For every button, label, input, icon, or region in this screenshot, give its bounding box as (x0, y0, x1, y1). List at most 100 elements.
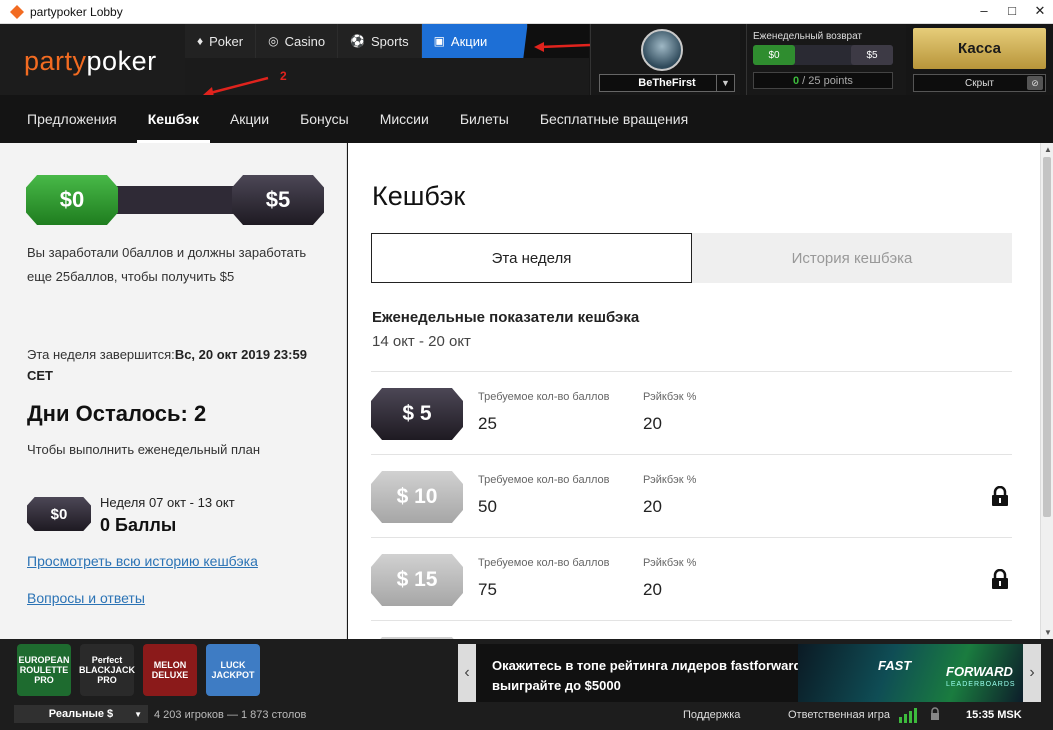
clock: 15:35 MSK (966, 709, 1022, 721)
weekly-points: 0 / 25 points (753, 72, 893, 89)
tab-this-week[interactable]: Эта неделя (371, 233, 692, 283)
banner-text: Окажитесь в топе рейтинга лидеров fastfo… (492, 656, 813, 696)
avatar[interactable] (641, 29, 683, 71)
rakeback-header: Рэйкбэк % (643, 474, 697, 486)
subnav-free-spins[interactable]: Бесплатные вращения (529, 95, 699, 143)
responsible-gaming-link[interactable]: Ответственная игра (788, 709, 890, 721)
spade-icon: ♦ (197, 34, 204, 48)
subnav-offers[interactable]: Предложения (16, 95, 128, 143)
cashier-button[interactable]: Касса (913, 28, 1046, 69)
username-dropdown[interactable]: BeTheFirst ▼ (599, 74, 735, 92)
banner-brand-leaderboards: LEADERBOARDS (946, 681, 1016, 688)
players-count: 4 203 игроков (154, 709, 224, 721)
tab-casino[interactable]: ◎ Casino (256, 24, 339, 58)
minimize-button[interactable]: – (977, 3, 991, 19)
tables-count: 1 873 столов (241, 709, 307, 721)
weekly-progress-to: $5 (851, 45, 893, 65)
history-points: 0 Баллы (100, 515, 177, 535)
app-header: partypoker ♦ Poker ◎ Casino ⚽ Sports ▣ А… (0, 24, 1053, 97)
banner-prev-icon[interactable]: ‹ (458, 644, 476, 702)
money-type-value: Реальные $ (48, 708, 114, 720)
cashback-tier-row: $ 5 Требуемое кол-во баллов 25 Рэйкбэк %… (371, 371, 1012, 454)
annotation-number-2: 2 (280, 69, 287, 83)
cashback-tier-row (371, 620, 1012, 639)
cashback-progress-bar: $0 $5 (26, 175, 324, 225)
scroll-up-icon[interactable]: ▲ (1044, 145, 1052, 154)
required-points-value: 50 (478, 497, 497, 516)
tab-promotions-label: Акции (450, 33, 488, 49)
subnav-missions[interactable]: Миссии (369, 95, 440, 143)
week-end-label: Эта неделя завершится: (27, 347, 175, 362)
rakeback-value: 20 (643, 497, 662, 516)
page-title: Кешбэк (372, 181, 466, 211)
subnav-tickets[interactable]: Билеты (449, 95, 520, 143)
promo-banner[interactable]: ‹ Окажитесь в топе рейтинга лидеров fast… (458, 644, 1041, 702)
annotation-arrow-1 (534, 42, 591, 52)
weekly-label: Еженедельный возврат (753, 31, 862, 42)
money-type-select[interactable]: Реальные $ ▼ (14, 705, 148, 723)
profile-panel: BeTheFirst ▼ (590, 24, 740, 95)
cashback-tier-row: $ 15 Требуемое кол-во баллов 75 Рэйкбэк … (371, 537, 1012, 620)
logo-text-party: party (24, 46, 87, 76)
maximize-button[interactable]: □ (1005, 3, 1019, 19)
weekly-progress-bar: $0 $5 (753, 45, 893, 65)
weekly-progress-from: $0 (753, 45, 795, 65)
roulette-icon: ◎ (268, 34, 279, 48)
weekly-stats-title: Еженедельные показатели кешбэка (372, 309, 640, 326)
tab-promotions[interactable]: ▣ Акции (421, 24, 528, 58)
tab-poker-label: Poker (209, 33, 244, 49)
window-title: partypoker Lobby (30, 4, 123, 19)
subnav-bonuses[interactable]: Бонусы (289, 95, 360, 143)
logo-area: partypoker (0, 24, 185, 95)
cashback-tier-row: $ 10 Требуемое кол-во баллов 50 Рэйкбэк … (371, 454, 1012, 537)
main-scrollbar[interactable]: ▲ ▼ (1040, 143, 1053, 639)
subnav-cashback[interactable]: Кешбэк (136, 95, 211, 143)
tab-sports[interactable]: ⚽ Sports (338, 24, 422, 58)
lock-icon (992, 569, 1008, 589)
view-cashback-history-link[interactable]: Просмотреть всю историю кешбэка (27, 553, 258, 569)
scroll-thumb[interactable] (1043, 157, 1051, 517)
required-points-value: 75 (478, 580, 497, 599)
days-left: Дни Осталось: 2 (27, 401, 207, 426)
partypoker-logo[interactable]: partypoker (24, 46, 157, 77)
player-table-counts: 4 203 игроков — 1 873 столов (154, 709, 306, 721)
game-tile-blackjack[interactable]: Perfect BLACKJACK PRO (79, 644, 136, 696)
points-total: / 25 points (802, 74, 853, 87)
banner-brand-fast: FAST (878, 658, 912, 673)
cashback-main: Кешбэк Эта неделя История кешбэка Еженед… (348, 143, 1040, 639)
username: BeTheFirst (638, 77, 696, 89)
points-current: 0 (793, 74, 800, 87)
partypoker-app-icon (10, 4, 24, 19)
earned-points-text: Вы заработали 0баллов и должны заработат… (27, 245, 307, 284)
history-week: Неделя 07 окт - 13 окт (100, 495, 235, 510)
product-tabs: ♦ Poker ◎ Casino ⚽ Sports ▣ Акции (185, 24, 589, 58)
tab-cashback-history[interactable]: История кешбэка (692, 233, 1012, 283)
window-titlebar: partypoker Lobby – □ ✕ (0, 0, 1053, 24)
faq-link[interactable]: Вопросы и ответы (27, 590, 145, 606)
ball-icon: ⚽ (350, 34, 365, 48)
weekly-cashback-widget[interactable]: Еженедельный возврат $0 $5 0 / 25 points (746, 24, 906, 95)
balance-hidden-toggle[interactable]: Скрыт ⊘ (913, 74, 1046, 92)
scroll-down-icon[interactable]: ▼ (1044, 628, 1052, 637)
game-tile-label: Perfect BLACKJACK PRO (79, 655, 136, 685)
week-end-text: Эта неделя завершится:Вс, 20 окт 2019 23… (27, 344, 317, 386)
connection-signal-icon (899, 707, 939, 723)
required-points-header: Требуемое кол-во баллов (478, 557, 610, 569)
rakeback-header: Рэйкбэк % (643, 391, 697, 403)
progress-to-chip: $5 (232, 175, 324, 225)
weekly-stats-dates: 14 окт - 20 окт (372, 333, 471, 350)
game-tile-melon-deluxe[interactable]: MELON DELUXE (143, 644, 197, 696)
support-link[interactable]: Поддержка (683, 709, 740, 721)
bottom-bar: EUROPEAN ROULETTE PRO Perfect BLACKJACK … (0, 639, 1053, 730)
tab-poker[interactable]: ♦ Poker (185, 24, 257, 58)
banner-next-icon[interactable]: › (1023, 644, 1041, 702)
counts-separator: — (226, 709, 238, 721)
game-tile-european-roulette[interactable]: EUROPEAN ROULETTE PRO (17, 644, 71, 696)
logo-text-poker: poker (86, 46, 157, 76)
progress-from-chip: $0 (26, 175, 118, 225)
lock-icon (992, 486, 1008, 506)
game-tile-luck-jackpot[interactable]: LUCK JACKPOT (206, 644, 260, 696)
banner-brand-forward: FORWARD (946, 664, 1013, 679)
subnav-promotions[interactable]: Акции (219, 95, 280, 143)
close-button[interactable]: ✕ (1033, 3, 1047, 19)
